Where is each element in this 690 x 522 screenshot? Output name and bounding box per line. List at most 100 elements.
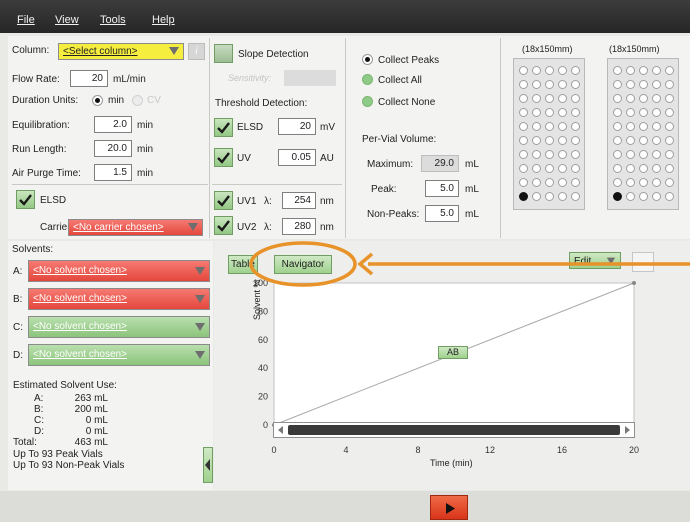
timeline-scrollbar[interactable] xyxy=(273,422,635,438)
column-select[interactable]: <Select column> xyxy=(58,43,184,60)
flow-rate-field[interactable]: 20 xyxy=(70,70,108,87)
rack-well[interactable] xyxy=(652,150,661,159)
rack-well[interactable] xyxy=(626,150,635,159)
rack-well[interactable] xyxy=(545,164,554,173)
rack-well[interactable] xyxy=(613,80,622,89)
rack-well[interactable] xyxy=(652,94,661,103)
rack-well[interactable] xyxy=(571,94,580,103)
collect-all-radio[interactable] xyxy=(362,74,373,85)
rack-well[interactable] xyxy=(558,150,567,159)
rack-well[interactable] xyxy=(571,80,580,89)
rack-well[interactable] xyxy=(626,108,635,117)
rack-well[interactable] xyxy=(665,94,674,103)
rack-well[interactable] xyxy=(626,80,635,89)
rack-well[interactable] xyxy=(652,122,661,131)
run-button[interactable] xyxy=(430,495,468,520)
rack-well[interactable] xyxy=(558,122,567,131)
rack-well[interactable] xyxy=(652,178,661,187)
menu-file[interactable]: File xyxy=(17,14,35,26)
rack-well[interactable] xyxy=(571,122,580,131)
menu-help[interactable]: Help xyxy=(152,14,175,26)
rack-well[interactable] xyxy=(613,94,622,103)
rack-well[interactable] xyxy=(639,178,648,187)
run-length-field[interactable]: 20.0 xyxy=(94,140,132,157)
series-point[interactable] xyxy=(632,281,636,285)
rack-well[interactable] xyxy=(558,136,567,145)
threshold-uv-field[interactable]: 0.05 xyxy=(278,149,316,166)
rack-well[interactable] xyxy=(665,150,674,159)
rack-well[interactable] xyxy=(665,164,674,173)
slope-detection-checkbox[interactable] xyxy=(214,44,233,63)
rack-well[interactable] xyxy=(639,136,648,145)
rack-well[interactable] xyxy=(519,94,528,103)
rack-well[interactable] xyxy=(519,66,528,75)
rack-well[interactable] xyxy=(626,164,635,173)
rack-well[interactable] xyxy=(639,164,648,173)
rack-well[interactable] xyxy=(545,178,554,187)
solvent-a-select[interactable]: <No solvent chosen> xyxy=(28,260,210,282)
threshold-elsd-field[interactable]: 20 xyxy=(278,118,316,135)
rack-well[interactable] xyxy=(532,164,541,173)
rack-well[interactable] xyxy=(626,136,635,145)
rack-well[interactable] xyxy=(545,66,554,75)
rack-well[interactable] xyxy=(626,192,635,201)
rack-well[interactable] xyxy=(626,66,635,75)
uv1-wavelength-field[interactable]: 254 xyxy=(282,192,316,209)
rack-well[interactable] xyxy=(665,80,674,89)
rack-well[interactable] xyxy=(652,108,661,117)
rack-well[interactable] xyxy=(571,150,580,159)
collect-none-radio[interactable] xyxy=(362,96,373,107)
rack-well[interactable] xyxy=(652,80,661,89)
rack-well[interactable] xyxy=(519,150,528,159)
timeline-scroll-thumb[interactable] xyxy=(288,425,620,435)
rack-well[interactable] xyxy=(558,108,567,117)
rack-well[interactable] xyxy=(558,66,567,75)
rack-well[interactable] xyxy=(665,192,674,201)
rack-well[interactable] xyxy=(613,122,622,131)
series-ab-marker[interactable]: AB xyxy=(438,346,468,359)
rack-well[interactable] xyxy=(571,66,580,75)
solvent-b-select[interactable]: <No solvent chosen> xyxy=(28,288,210,310)
menu-tools[interactable]: Tools xyxy=(100,14,126,26)
collapse-panel-button[interactable] xyxy=(203,447,213,483)
rack-well[interactable] xyxy=(639,122,648,131)
duration-cv-radio[interactable] xyxy=(132,95,143,106)
rack-well[interactable] xyxy=(532,122,541,131)
rack-well[interactable] xyxy=(613,136,622,145)
elsd-checkbox[interactable] xyxy=(16,190,35,209)
peak-volume-field[interactable]: 5.0 xyxy=(425,180,459,197)
rack-well[interactable] xyxy=(558,80,567,89)
rack-well[interactable] xyxy=(519,136,528,145)
rack-well[interactable] xyxy=(532,94,541,103)
rack-well[interactable] xyxy=(639,66,648,75)
rack-well[interactable] xyxy=(558,164,567,173)
rack-well[interactable] xyxy=(532,108,541,117)
rack-well[interactable] xyxy=(652,66,661,75)
rack-well[interactable] xyxy=(613,164,622,173)
rack-well[interactable] xyxy=(545,122,554,131)
rack-well[interactable] xyxy=(519,178,528,187)
rack-well[interactable] xyxy=(532,178,541,187)
rack-well[interactable] xyxy=(571,192,580,201)
rack-well[interactable] xyxy=(626,178,635,187)
rack-well[interactable] xyxy=(652,192,661,201)
rack-well[interactable] xyxy=(545,192,554,201)
uv2-checkbox[interactable] xyxy=(214,216,233,235)
uv1-checkbox[interactable] xyxy=(214,191,233,210)
rack-well[interactable] xyxy=(545,94,554,103)
rack-well[interactable] xyxy=(639,80,648,89)
rack-well[interactable] xyxy=(639,94,648,103)
column-info-button[interactable]: i xyxy=(188,43,205,60)
arrow-left-icon[interactable] xyxy=(276,425,286,435)
solvent-d-select[interactable]: <No solvent chosen> xyxy=(28,344,210,366)
rack-well[interactable] xyxy=(532,66,541,75)
rack-well[interactable] xyxy=(652,136,661,145)
rack-well[interactable] xyxy=(613,108,622,117)
rack-well[interactable] xyxy=(665,136,674,145)
rack-well[interactable] xyxy=(639,150,648,159)
rack-well-filled[interactable] xyxy=(613,192,622,201)
rack-well[interactable] xyxy=(532,192,541,201)
rack-well[interactable] xyxy=(545,136,554,145)
rack-well[interactable] xyxy=(545,150,554,159)
threshold-elsd-checkbox[interactable] xyxy=(214,118,233,137)
